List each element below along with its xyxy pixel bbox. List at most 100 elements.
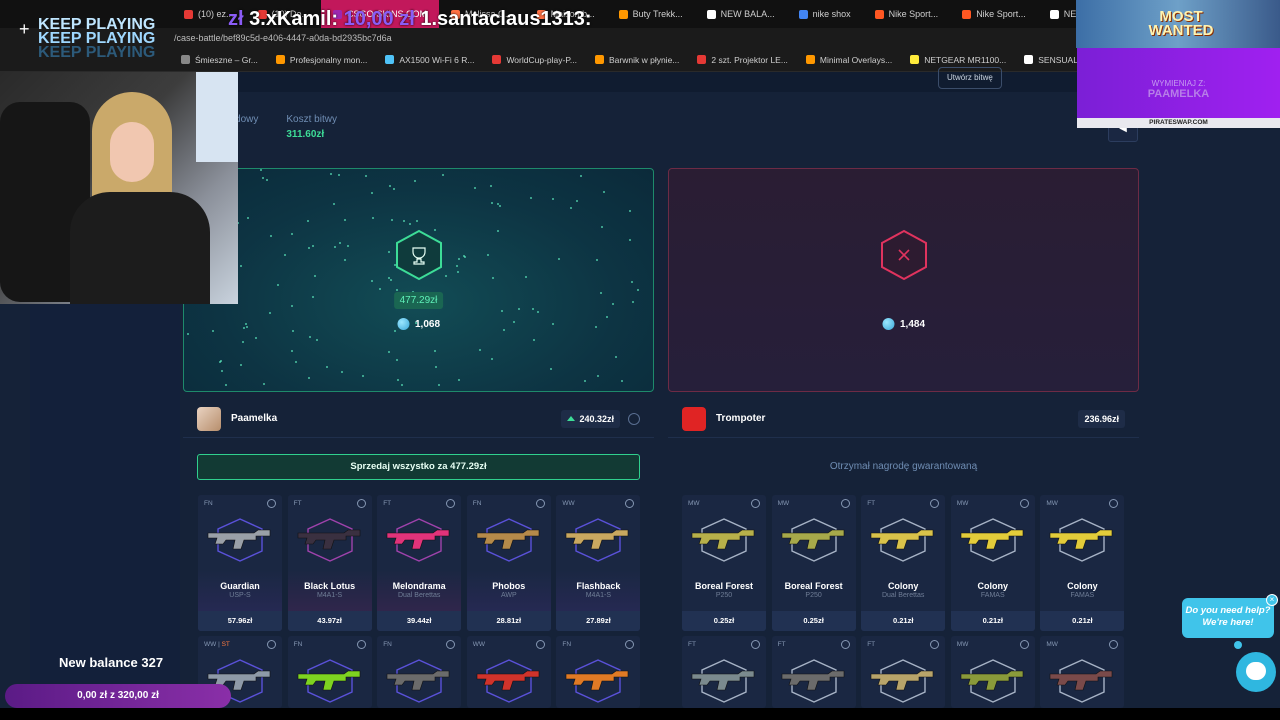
item-card[interactable]: FT Black Lotus M4A1-S 43.97zł	[287, 495, 372, 631]
item-card[interactable]: MW Colony FAMAS 0.21zł	[950, 495, 1035, 631]
select-check-icon[interactable]	[840, 499, 850, 508]
item-card[interactable]: WW	[466, 636, 551, 708]
bookmark-favicon-icon	[1024, 55, 1034, 64]
weapon-skin-image	[781, 670, 844, 691]
browser-tab[interactable]: NEW BALA...	[695, 0, 787, 28]
sparkle	[246, 326, 248, 328]
player2-avatar[interactable]	[682, 406, 706, 431]
chat-button[interactable]	[1236, 652, 1276, 692]
sparkle	[262, 177, 264, 179]
player1-name[interactable]: Paamelka	[231, 413, 561, 424]
select-check-icon[interactable]	[1019, 640, 1029, 649]
item-card[interactable]: FN	[287, 636, 372, 708]
bookmark-label: WorldCup-play-P...	[506, 54, 577, 65]
select-check-icon[interactable]	[625, 640, 635, 649]
select-check-icon[interactable]	[356, 640, 366, 649]
item-card[interactable]: FT	[771, 636, 856, 708]
select-check-icon[interactable]	[1109, 640, 1119, 649]
browser-tab[interactable]: nike shox	[787, 0, 863, 28]
item-wear: WW | ST	[204, 641, 230, 648]
sparkle	[266, 179, 268, 181]
help-bubble[interactable]: Do you need help? We're here!	[1182, 598, 1274, 638]
most-wanted-title: MOST WANTED	[1148, 8, 1214, 39]
select-check-icon[interactable]	[625, 499, 635, 508]
select-check-icon[interactable]	[267, 640, 276, 649]
sparkle	[456, 265, 458, 267]
select-check-icon[interactable]	[356, 499, 366, 508]
sell-all-button[interactable]: Sprzedaj wszystko za 477.29zł	[197, 454, 640, 480]
item-wear: WW	[562, 500, 575, 507]
select-check-icon[interactable]	[535, 640, 545, 649]
player2-name[interactable]: Trompoter	[716, 413, 1078, 424]
item-type: USP-S	[229, 592, 251, 599]
item-card[interactable]: MW Boreal Forest P250 0.25zł	[771, 495, 856, 631]
item-wear: MW	[957, 641, 969, 648]
select-check-icon[interactable]	[1109, 499, 1119, 508]
bookmark-item[interactable]: Barwnik w płynie...	[586, 55, 688, 65]
item-card[interactable]: FT Melondrama Dual Berettas 39.44zł	[377, 495, 462, 631]
sparkle	[629, 239, 631, 241]
player2-items: MW Boreal Forest P250 0.25zł MW Boreal Forest…	[682, 495, 1125, 708]
item-card[interactable]: MW	[950, 636, 1035, 708]
item-price: 0.21zł	[861, 611, 946, 631]
item-wear: MW	[1046, 500, 1058, 507]
sparkle	[499, 205, 501, 207]
browser-tab[interactable]: Nike Sport...	[950, 0, 1038, 28]
sparkle	[438, 384, 440, 386]
sparkle	[344, 259, 346, 261]
item-card[interactable]: MW Boreal Forest P250 0.25zł	[682, 495, 766, 631]
bookmark-item[interactable]: Profesjonalny mon...	[267, 55, 376, 65]
browser-tab[interactable]: Nike Sport...	[863, 0, 951, 28]
bookmark-item[interactable]: WorldCup-play-P...	[483, 55, 586, 65]
sparkle	[479, 349, 481, 351]
item-wear: FT	[383, 500, 392, 507]
weapon-skin-image	[476, 529, 540, 550]
select-check-icon[interactable]	[446, 499, 456, 508]
weapon-skin-image	[691, 529, 755, 550]
item-card[interactable]: FN Guardian USP-S 57.96zł	[198, 495, 282, 631]
select-check-icon[interactable]	[930, 499, 940, 508]
item-name: Black Lotus	[304, 581, 356, 591]
tab-favicon-icon	[962, 9, 972, 19]
bookmark-item[interactable]: NETGEAR MR1100...	[901, 55, 1015, 65]
item-card[interactable]: FT Colony Dual Berettas 0.21zł	[861, 495, 946, 631]
sparkle	[339, 242, 341, 244]
item-card[interactable]: FN Phobos AWP 28.81zł	[466, 495, 551, 631]
sparkle	[490, 185, 492, 187]
sparkle	[414, 180, 416, 182]
close-icon[interactable]: ×	[1266, 594, 1278, 606]
sparkle	[442, 174, 444, 176]
select-check-icon[interactable]	[267, 499, 276, 508]
bookmark-item[interactable]: AX1500 Wi-Fi 6 R...	[376, 55, 483, 65]
item-card[interactable]: MW Colony FAMAS 0.21zł	[1040, 495, 1125, 631]
select-check-icon[interactable]	[840, 640, 850, 649]
player1-avatar[interactable]	[197, 406, 221, 431]
item-card[interactable]: FT	[682, 636, 766, 708]
bookmark-item[interactable]: Śmieszne – Gr...	[172, 55, 267, 65]
bookmark-item[interactable]: 2 szt. Projektor LE...	[688, 55, 797, 65]
item-card[interactable]: WW Flashback M4A1-S 27.89zł	[556, 495, 641, 631]
emoji-icon[interactable]	[628, 412, 640, 425]
sparkle	[269, 312, 271, 314]
item-card[interactable]: FN	[556, 636, 641, 708]
select-check-icon[interactable]	[930, 640, 940, 649]
browser-tab[interactable]: Buty Trekk...	[607, 0, 695, 28]
bookmark-favicon-icon	[385, 55, 395, 64]
select-check-icon[interactable]	[751, 499, 760, 508]
select-check-icon[interactable]	[751, 640, 760, 649]
select-check-icon[interactable]	[1019, 499, 1029, 508]
bookmark-label: Barwnik w płynie...	[609, 54, 680, 65]
item-card[interactable]: FT	[861, 636, 946, 708]
sparkle	[603, 191, 605, 193]
item-wear-value: WW	[204, 641, 217, 648]
item-wear-value: FN	[562, 641, 572, 648]
item-card[interactable]: MW	[1040, 636, 1125, 708]
bookmark-item[interactable]: Minimal Overlays...	[797, 55, 901, 65]
bookmark-favicon-icon	[595, 55, 604, 64]
sell-all-label: Sprzedaj wszystko za 477.29zł	[350, 461, 487, 472]
create-battle-button[interactable]: Utwórz bitwę	[938, 67, 1002, 89]
sparkle	[396, 289, 398, 291]
item-card[interactable]: FN	[377, 636, 462, 708]
select-check-icon[interactable]	[535, 499, 545, 508]
select-check-icon[interactable]	[446, 640, 456, 649]
